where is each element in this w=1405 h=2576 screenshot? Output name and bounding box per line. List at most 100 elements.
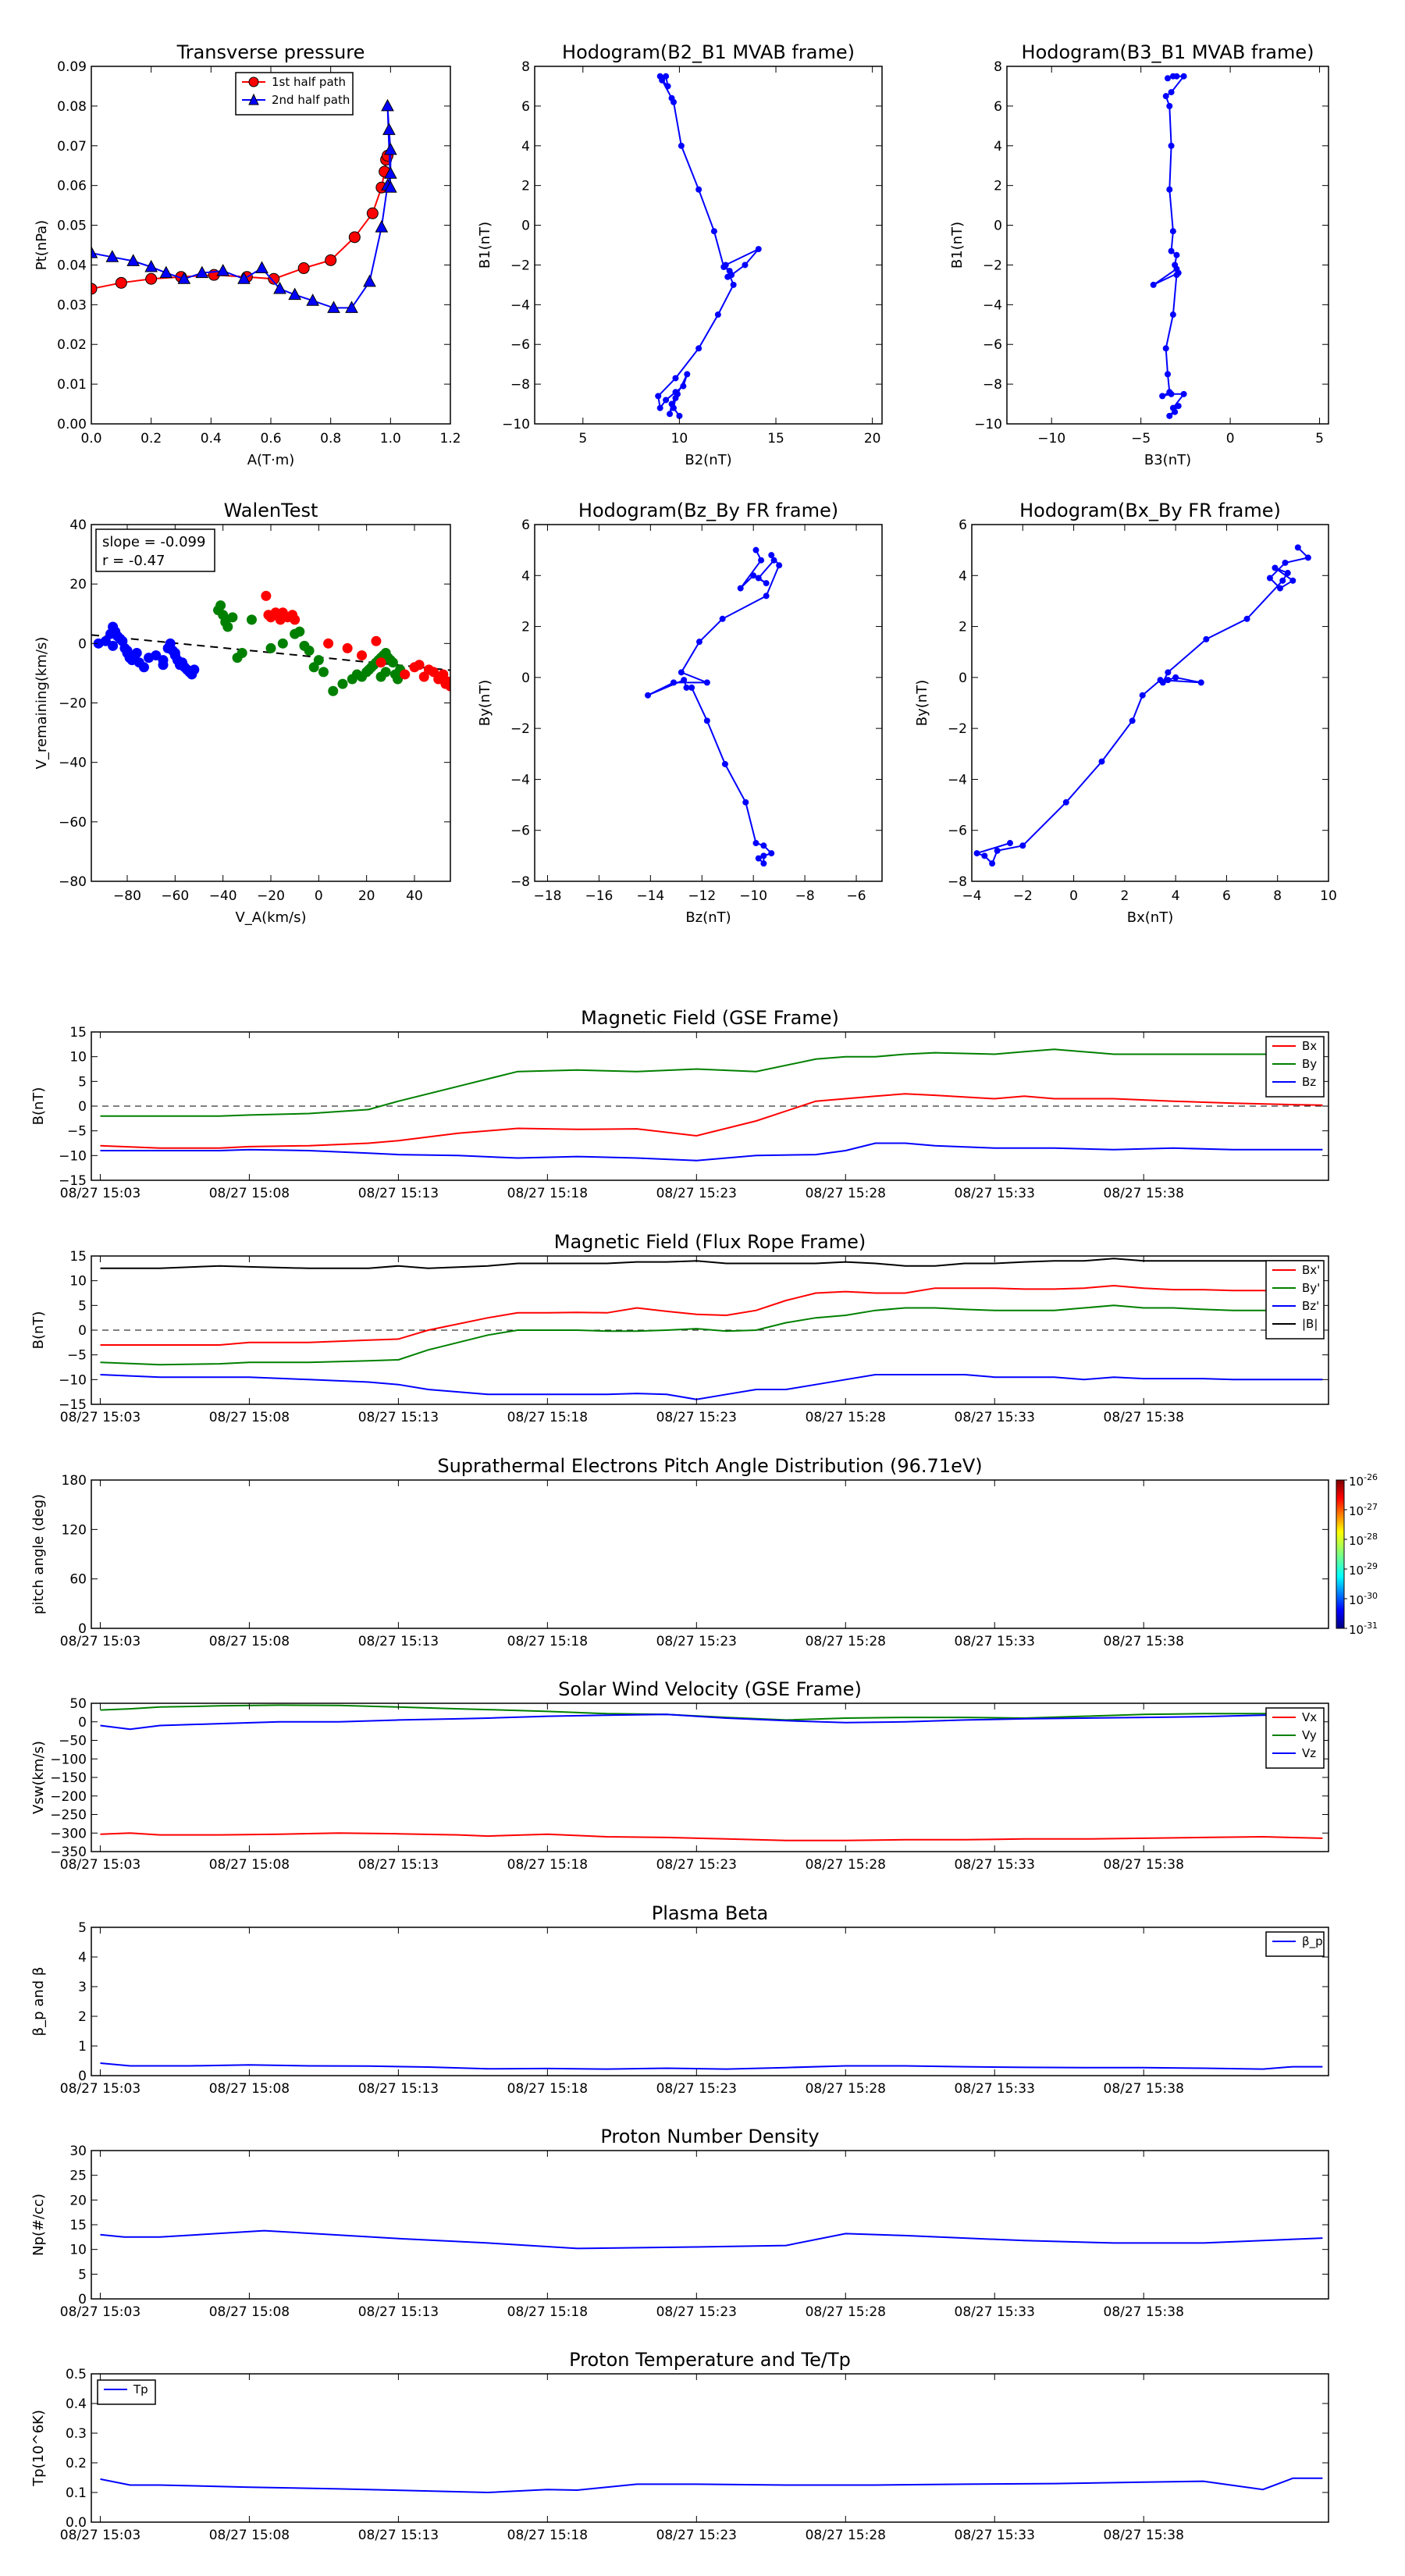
x-tick-label: 08/27 15:03 [60, 1186, 140, 1201]
y-tick-label: 8 [521, 59, 530, 75]
data-point [768, 850, 775, 857]
series-line-β_p [100, 2062, 1323, 2070]
x-tick-label: 08/27 15:13 [358, 1410, 439, 1425]
colorbar [1336, 1479, 1345, 1629]
data-point [1289, 577, 1297, 584]
panel-h3: Hodogram(Bz_By FR frame)−8−6−4−20246−18−… [477, 500, 883, 926]
plot-area [100, 1704, 1323, 1841]
y-axis-label: Np(#/cc) [30, 2194, 47, 2256]
data-point [670, 98, 677, 105]
legend-label: Vy [1302, 1728, 1317, 1742]
y-axis-label: By(nT) [914, 680, 930, 726]
x-tick-label: 08/27 15:03 [60, 2304, 140, 2320]
colorbar-label: 10-29 [1349, 1561, 1378, 1578]
legend-label: Vz [1302, 1746, 1316, 1760]
y-tick-label: −20 [59, 696, 87, 712]
y-tick-label: 0 [959, 671, 967, 686]
legend-label: Bz [1302, 1075, 1316, 1089]
x-tick-label: 08/27 15:23 [656, 2081, 737, 2097]
legend-label: Bx' [1302, 1263, 1320, 1277]
data-point [719, 615, 726, 622]
chart-title: Proton Temperature and Te/Tp [569, 2349, 851, 2371]
axes-frame [971, 524, 1329, 882]
data-point [737, 585, 744, 592]
x-tick-label: 08/27 15:28 [806, 2528, 886, 2543]
y-tick-label: 0.3 [66, 2426, 87, 2442]
y-tick-label: −8 [948, 874, 967, 890]
y-tick-label: 180 [62, 1473, 87, 1489]
data-point [703, 679, 710, 686]
data-point [1168, 142, 1175, 149]
x-tick-label: 40 [406, 888, 423, 904]
chart-title: Transverse pressure [176, 41, 365, 63]
data-point [695, 186, 702, 193]
legend-label: 2nd half path [272, 93, 350, 107]
data-point [1173, 73, 1180, 80]
y-tick-label: 60 [69, 1572, 87, 1588]
y-tick-label: 6 [521, 518, 530, 533]
y-tick-label: 8 [994, 59, 1002, 75]
y-tick-label: −6 [510, 337, 530, 353]
scatter-point [265, 642, 276, 653]
series-line-Vx [100, 1832, 1323, 1841]
scatter-point [337, 678, 348, 689]
data-point [776, 562, 783, 569]
legend-marker [248, 76, 259, 87]
x-tick-label: 08/27 15:13 [358, 2081, 439, 2097]
x-tick-label: 20 [864, 431, 881, 447]
x-tick-label: 08/27 15:23 [656, 2304, 737, 2320]
annotation-text: slope = -0.099 [102, 534, 205, 550]
y-tick-label: 5 [78, 2267, 87, 2282]
x-tick-label: 0.6 [260, 431, 281, 447]
data-point [989, 860, 996, 867]
y-axis-label: By(nT) [477, 680, 493, 726]
y-tick-label: 5 [78, 1298, 87, 1314]
x-tick-label: 08/27 15:23 [656, 1857, 737, 1873]
legend-label: 1st half path [272, 75, 346, 89]
y-axis-label: B(nT) [30, 1087, 47, 1126]
plot-area [91, 590, 450, 696]
colorbar-label: 10-30 [1349, 1591, 1378, 1607]
x-tick-label: 08/27 15:38 [1104, 1857, 1184, 1873]
data-point [1019, 842, 1026, 849]
y-tick-label: 6 [994, 99, 1002, 115]
data-point [710, 228, 717, 235]
y-axis-label: pitch angle (deg) [30, 1494, 47, 1614]
y-tick-label: 4 [521, 568, 530, 584]
data-point [1162, 93, 1169, 100]
x-tick-label: 08/27 15:33 [955, 1410, 1035, 1425]
x-tick-label: 08/27 15:33 [955, 2304, 1035, 2320]
plot-area [100, 2229, 1323, 2250]
y-axis-label: Vsw(km/s) [30, 1741, 47, 1814]
y-tick-label: 0.02 [57, 337, 87, 353]
scatter-point [215, 600, 226, 611]
data-point [742, 799, 749, 806]
data-point [1180, 73, 1187, 80]
data-point [645, 692, 652, 699]
panel-vsw: Solar Wind Velocity (GSE Frame)−350−300−… [30, 1678, 1329, 1873]
panel-walen: WalenTest −80 −60 −40 −20 0 20 40 −80 −60 −40 −20 0 2… [34, 500, 451, 926]
scatter-point [304, 645, 315, 656]
data-point [1168, 89, 1175, 96]
data-point [1169, 311, 1176, 318]
data-point [730, 281, 737, 288]
y-tick-label: 0.04 [57, 258, 87, 273]
x-tick-label: 10 [671, 431, 688, 447]
x-tick-label: −80 [113, 888, 141, 904]
y-tick-label: 50 [69, 1696, 87, 1712]
data-point [115, 276, 127, 289]
series-line-Vz [100, 1713, 1323, 1731]
x-tick-label: −10 [1037, 431, 1065, 447]
y-tick-label: −8 [983, 377, 1002, 393]
x-tick-label: 08/27 15:13 [358, 2528, 439, 2543]
chart-title: Magnetic Field (GSE Frame) [581, 1007, 839, 1029]
data-point [994, 847, 1001, 854]
y-tick-label: 4 [994, 139, 1002, 155]
series-line-By [100, 1048, 1323, 1117]
data-point [1139, 692, 1146, 699]
x-tick-label: 08/27 15:38 [1104, 2081, 1184, 2097]
data-point [752, 546, 759, 553]
data-point [1173, 272, 1180, 279]
x-tick-label: 0.4 [201, 431, 222, 447]
y-tick-label: 0.2 [66, 2456, 87, 2471]
